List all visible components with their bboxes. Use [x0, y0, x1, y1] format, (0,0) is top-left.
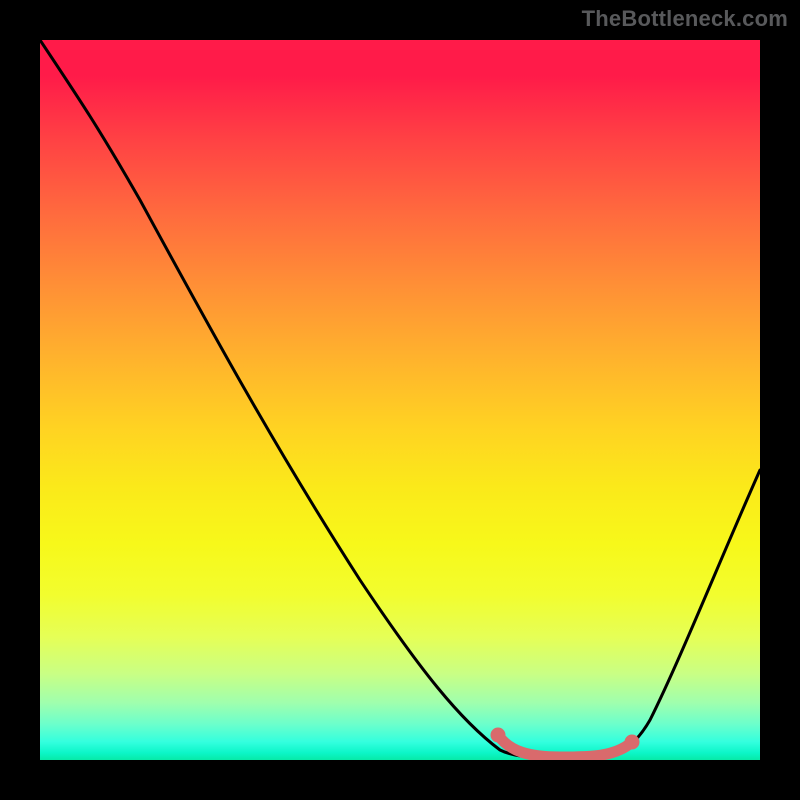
optimal-range-marker: [498, 735, 632, 757]
chart-frame: TheBottleneck.com: [0, 0, 800, 800]
optimal-range-start-dot: [491, 728, 506, 743]
curve-layer: [40, 40, 760, 760]
bottleneck-curve: [40, 40, 760, 758]
optimal-range-end-dot: [625, 735, 640, 750]
watermark-text: TheBottleneck.com: [582, 6, 788, 32]
plot-area: [40, 40, 760, 760]
